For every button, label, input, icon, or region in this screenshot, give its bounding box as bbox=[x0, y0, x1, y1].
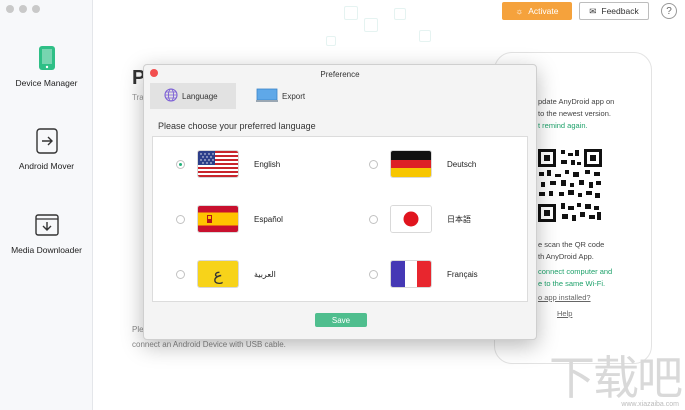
activate-label: Activate bbox=[528, 6, 559, 16]
minimize-window-icon[interactable] bbox=[19, 5, 27, 13]
language-radio[interactable] bbox=[176, 159, 185, 169]
preference-dialog: Preference Language Export Please choose… bbox=[143, 64, 537, 340]
language-option-japanese[interactable]: 日本語 bbox=[369, 206, 471, 232]
arabic-flag-icon: ع bbox=[198, 261, 238, 287]
header-buttons: ☼ Activate ✉ Feedback bbox=[502, 2, 649, 20]
language-radio[interactable] bbox=[369, 159, 378, 169]
de-flag-icon bbox=[391, 151, 431, 177]
language-option-english[interactable]: English bbox=[176, 151, 280, 177]
no-remind-link[interactable]: t remind again. bbox=[538, 120, 614, 132]
sidebar-item-device-manager[interactable]: Device Manager bbox=[0, 44, 93, 88]
scan-line-2: th AnyDroid App. bbox=[538, 252, 594, 261]
globe-icon bbox=[164, 88, 178, 104]
language-option-espanol[interactable]: Español bbox=[176, 206, 283, 232]
language-label: Deutsch bbox=[447, 159, 477, 169]
language-label: English bbox=[254, 159, 281, 169]
feedback-button[interactable]: ✉ Feedback bbox=[579, 2, 649, 20]
window-controls bbox=[6, 5, 40, 13]
update-line-2: to the newest version. bbox=[538, 109, 611, 118]
maximize-window-icon[interactable] bbox=[32, 5, 40, 13]
close-window-icon[interactable] bbox=[6, 5, 14, 13]
language-radio[interactable] bbox=[369, 214, 378, 224]
tab-export[interactable]: Export bbox=[236, 83, 319, 109]
sidebar-item-label: Media Downloader bbox=[11, 245, 82, 255]
background-decoration bbox=[344, 6, 358, 20]
language-radio[interactable] bbox=[176, 269, 185, 279]
monitor-icon bbox=[256, 88, 278, 104]
sidebar-item-android-mover[interactable]: Android Mover bbox=[0, 127, 93, 171]
fr-flag-icon bbox=[391, 261, 431, 287]
language-panel: English Deutsch Español 日本語 ع العربية Fr… bbox=[152, 136, 528, 302]
tab-language-label: Language bbox=[182, 91, 218, 101]
help-button[interactable]: ? bbox=[661, 3, 677, 19]
activate-button[interactable]: ☼ Activate bbox=[502, 2, 572, 20]
arabic-letter-icon: ع bbox=[213, 264, 223, 284]
phone-icon bbox=[34, 44, 60, 72]
language-label: Français bbox=[447, 269, 478, 279]
mail-icon: ✉ bbox=[589, 5, 597, 16]
language-option-deutsch[interactable]: Deutsch bbox=[369, 151, 476, 177]
background-decoration bbox=[419, 30, 431, 42]
dialog-title: Preference bbox=[320, 70, 360, 79]
language-label: العربية bbox=[254, 269, 276, 279]
sidebar-item-label: Device Manager bbox=[15, 78, 78, 88]
sidebar: Device Manager Android Mover Media Downl… bbox=[0, 0, 93, 410]
background-decoration bbox=[326, 36, 336, 46]
transfer-icon bbox=[34, 127, 60, 155]
us-flag-icon bbox=[198, 151, 238, 177]
language-label: Español bbox=[254, 214, 283, 224]
wifi-line-1: connect computer and bbox=[538, 267, 613, 276]
tab-language[interactable]: Language bbox=[150, 83, 236, 109]
sidebar-item-media-downloader[interactable]: Media Downloader bbox=[0, 211, 93, 255]
language-prompt: Please choose your preferred language bbox=[158, 121, 316, 131]
update-line-1: pdate AnyDroid app on bbox=[538, 97, 615, 106]
language-option-francais[interactable]: Français bbox=[369, 261, 478, 287]
update-notice: pdate AnyDroid app on to the newest vers… bbox=[538, 96, 614, 132]
sun-icon: ☼ bbox=[515, 6, 524, 16]
watermark-logo: 下载吧 www.xiazaiba.com bbox=[549, 351, 683, 408]
download-icon bbox=[34, 211, 60, 239]
feedback-label: Feedback bbox=[601, 6, 639, 16]
wifi-instructions: connect computer and e to the same Wi-Fi… bbox=[538, 266, 612, 290]
dialog-tabs: Language Export bbox=[150, 83, 319, 109]
background-decoration bbox=[364, 18, 378, 32]
es-flag-icon bbox=[198, 206, 238, 232]
background-decoration bbox=[394, 8, 406, 20]
page-subtitle: Tra bbox=[132, 93, 144, 102]
scan-line-1: e scan the QR code bbox=[538, 240, 605, 249]
jp-flag-icon bbox=[391, 206, 431, 232]
tab-export-label: Export bbox=[282, 91, 306, 101]
qr-code bbox=[537, 148, 603, 223]
help-link[interactable]: Help bbox=[557, 309, 572, 318]
scan-instructions: e scan the QR code th AnyDroid App. bbox=[538, 239, 604, 263]
wifi-line-2: e to the same Wi-Fi. bbox=[538, 279, 606, 288]
language-radio[interactable] bbox=[369, 269, 378, 279]
sidebar-item-label: Android Mover bbox=[18, 161, 75, 171]
save-button[interactable]: Save bbox=[315, 313, 367, 327]
language-label: 日本語 bbox=[447, 214, 471, 224]
language-radio[interactable] bbox=[176, 214, 185, 224]
language-option-arabic[interactable]: ع العربية bbox=[176, 261, 276, 287]
no-app-installed-link[interactable]: o app installed? bbox=[538, 292, 591, 304]
